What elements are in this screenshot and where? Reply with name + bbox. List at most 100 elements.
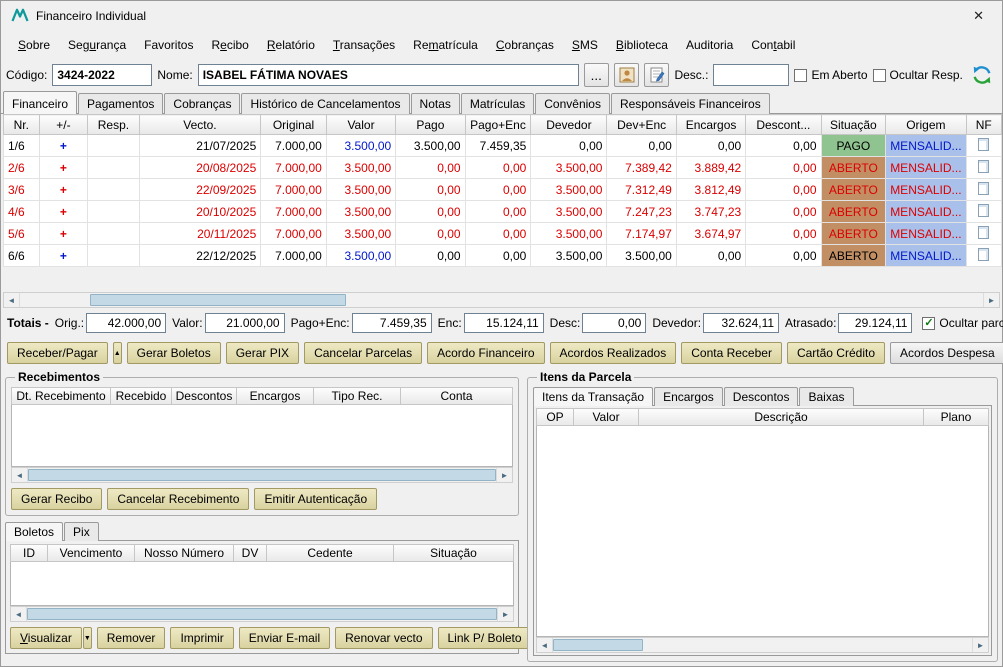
grid-cell[interactable]: 0,00 xyxy=(675,244,747,267)
cancelar-parcelas-button[interactable]: Cancelar Parcelas xyxy=(304,342,423,364)
recebimentos-hscrollbar[interactable]: ◄ ► xyxy=(11,467,513,483)
grid-cell[interactable]: 7.389,42 xyxy=(606,156,677,179)
cancelar-recebimento-button[interactable]: Cancelar Recebimento xyxy=(107,488,250,510)
grid-col-devedor[interactable]: Devedor xyxy=(530,114,608,135)
col-descontos[interactable]: Descontos xyxy=(171,387,237,405)
em-aberto-box[interactable] xyxy=(794,68,808,82)
col-recebido[interactable]: Recebido xyxy=(110,387,172,405)
grid-cell[interactable]: 0,00 xyxy=(464,244,532,267)
grid-cell[interactable]: 3.500,00 xyxy=(530,244,608,267)
ocultar-resp-box[interactable] xyxy=(872,68,886,82)
enviar-e-mail-button[interactable]: Enviar E-mail xyxy=(238,627,331,649)
origem-cell[interactable]: MENSALID... xyxy=(885,200,967,223)
grid-cell[interactable]: 3.500,00 xyxy=(325,200,397,223)
visualizar-button[interactable]: Visualizar xyxy=(10,627,82,649)
grid-cell[interactable]: 7.174,97 xyxy=(606,222,677,245)
col-encargos[interactable]: Encargos xyxy=(236,387,314,405)
grid-cell[interactable] xyxy=(965,244,1003,267)
col-id[interactable]: ID xyxy=(10,544,48,562)
grid-col-original[interactable]: Original xyxy=(260,114,327,135)
recebimentos-hscroll-thumb[interactable] xyxy=(28,469,496,481)
grid-col-origem[interactable]: Origem xyxy=(885,114,967,135)
gerar-boletos-button[interactable]: Gerar Boletos xyxy=(126,342,221,364)
total-enc-value[interactable] xyxy=(463,313,544,333)
boletos-hscroll-thumb[interactable] xyxy=(27,608,497,620)
gerar-recibo-button[interactable]: Gerar Recibo xyxy=(11,488,103,510)
scroll-right-icon[interactable]: ► xyxy=(497,607,513,621)
grid-cell[interactable]: 20/08/2025 xyxy=(138,156,262,179)
grid-col-valor[interactable]: Valor xyxy=(325,114,397,135)
ocultar-rc-checkbox[interactable]: ✓ Ocultar parcelas RC xyxy=(922,316,1003,330)
imprimir-button[interactable]: Imprimir xyxy=(170,627,234,649)
receber-pagar-dropdown-button[interactable]: ▲ xyxy=(112,342,122,364)
itens-tab-itens-da-transacao[interactable]: Itens da Transação xyxy=(533,387,654,406)
col-valor[interactable]: Valor xyxy=(573,408,639,426)
emitir-autenticacao-button[interactable]: Emitir Autenticação xyxy=(254,488,378,510)
grid-cell[interactable]: 3.500,00 xyxy=(606,244,677,267)
origem-cell[interactable]: MENSALID... xyxy=(885,178,967,201)
grid-cell[interactable]: 3/6 xyxy=(3,178,40,201)
grid-cell[interactable]: 6/6 xyxy=(3,244,40,267)
grid-cell[interactable]: 3.500,00 xyxy=(325,156,397,179)
nf-doc-icon[interactable] xyxy=(978,203,990,217)
status-badge[interactable]: ABERTO xyxy=(820,156,887,179)
grid-cell[interactable]: 1/6 xyxy=(3,134,40,157)
grid-cell[interactable]: 0,00 xyxy=(745,156,822,179)
menu-item-cobrancas[interactable]: Cobranças xyxy=(487,33,563,57)
grid-cell[interactable] xyxy=(87,222,140,245)
grid-cell[interactable]: + xyxy=(38,200,89,223)
grid-col-vecto[interactable]: Vecto. xyxy=(138,114,262,135)
em-aberto-checkbox[interactable]: Em Aberto xyxy=(794,68,868,82)
codigo-input[interactable] xyxy=(52,64,153,86)
col-nosso-numero[interactable]: Nosso Número xyxy=(134,544,234,562)
itens-hscroll-thumb[interactable] xyxy=(553,639,643,651)
grid-cell[interactable] xyxy=(87,178,140,201)
grid-hscroll-thumb[interactable] xyxy=(90,294,346,306)
conta-receber-button[interactable]: Conta Receber xyxy=(681,342,782,364)
grid-cell[interactable] xyxy=(965,200,1003,223)
grid-cell[interactable]: 0,00 xyxy=(395,200,466,223)
gerar-pix-button[interactable]: Gerar PIX xyxy=(225,342,300,364)
grid-cell[interactable]: 0,00 xyxy=(606,134,677,157)
grid-col-resp[interactable]: Resp. xyxy=(87,114,140,135)
grid-cell[interactable]: + xyxy=(38,222,89,245)
grid-cell[interactable]: 7.000,00 xyxy=(260,222,327,245)
finance-row-2[interactable]: 2/6 +20/08/2025 7.000,00 3.500,00 0,00 0,00 3.… xyxy=(3,156,1003,179)
grid-cell[interactable]: 20/10/2025 xyxy=(138,200,262,223)
grid-cell[interactable]: 0,00 xyxy=(395,178,466,201)
grid-cell[interactable]: 0,00 xyxy=(464,156,532,179)
student-photo-icon[interactable] xyxy=(613,63,640,87)
grid-cell[interactable] xyxy=(87,200,140,223)
grid-cell[interactable] xyxy=(87,244,140,267)
grid-hscrollbar[interactable]: ◄ ► xyxy=(3,292,1000,308)
tab-responsaveis-financeiros[interactable]: Responsáveis Financeiros xyxy=(610,93,770,114)
grid-cell[interactable]: 7.000,00 xyxy=(260,200,327,223)
col-conta[interactable]: Conta xyxy=(400,387,513,405)
boletos-tab-boletos[interactable]: Boletos xyxy=(5,522,64,541)
grid-cell[interactable]: 0,00 xyxy=(745,244,822,267)
finance-row-6[interactable]: 6/6 +22/12/2025 7.000,00 3.500,00 0,00 0,00 3.… xyxy=(3,244,1003,267)
grid-cell[interactable] xyxy=(965,178,1003,201)
cartao-credito-button[interactable]: Cartão Crédito xyxy=(786,342,885,364)
acordos-despesa-button[interactable]: Acordos Despesa xyxy=(890,342,1003,364)
nf-doc-icon[interactable] xyxy=(978,181,990,195)
menu-item-sms[interactable]: SMS xyxy=(563,33,607,57)
grid-cell[interactable]: + xyxy=(38,156,89,179)
grid-cell[interactable]: 7.247,23 xyxy=(606,200,677,223)
grid-cell[interactable]: 7.000,00 xyxy=(260,134,327,157)
total-desc-value[interactable] xyxy=(582,313,647,333)
grid-col-pago[interactable]: Pago xyxy=(395,114,466,135)
menu-item-sobre[interactable]: Sobre xyxy=(9,33,59,57)
total-pago-enc-value[interactable] xyxy=(351,313,432,333)
grid-cell[interactable]: + xyxy=(38,244,89,267)
grid-cell[interactable]: 0,00 xyxy=(745,200,822,223)
grid-cell[interactable]: 3.500,00 xyxy=(325,244,397,267)
grid-cell[interactable]: 7.000,00 xyxy=(260,156,327,179)
menu-item-recibo[interactable]: Recibo xyxy=(202,33,257,57)
link-p-boleto-button[interactable]: Link P/ Boleto xyxy=(437,627,532,649)
grid-cell[interactable] xyxy=(87,156,140,179)
boletos-hscrollbar[interactable]: ◄ ► xyxy=(10,606,514,622)
status-badge[interactable]: ABERTO xyxy=(820,244,887,267)
col-descricao[interactable]: Descrição xyxy=(638,408,924,426)
desc-input[interactable] xyxy=(713,64,790,86)
